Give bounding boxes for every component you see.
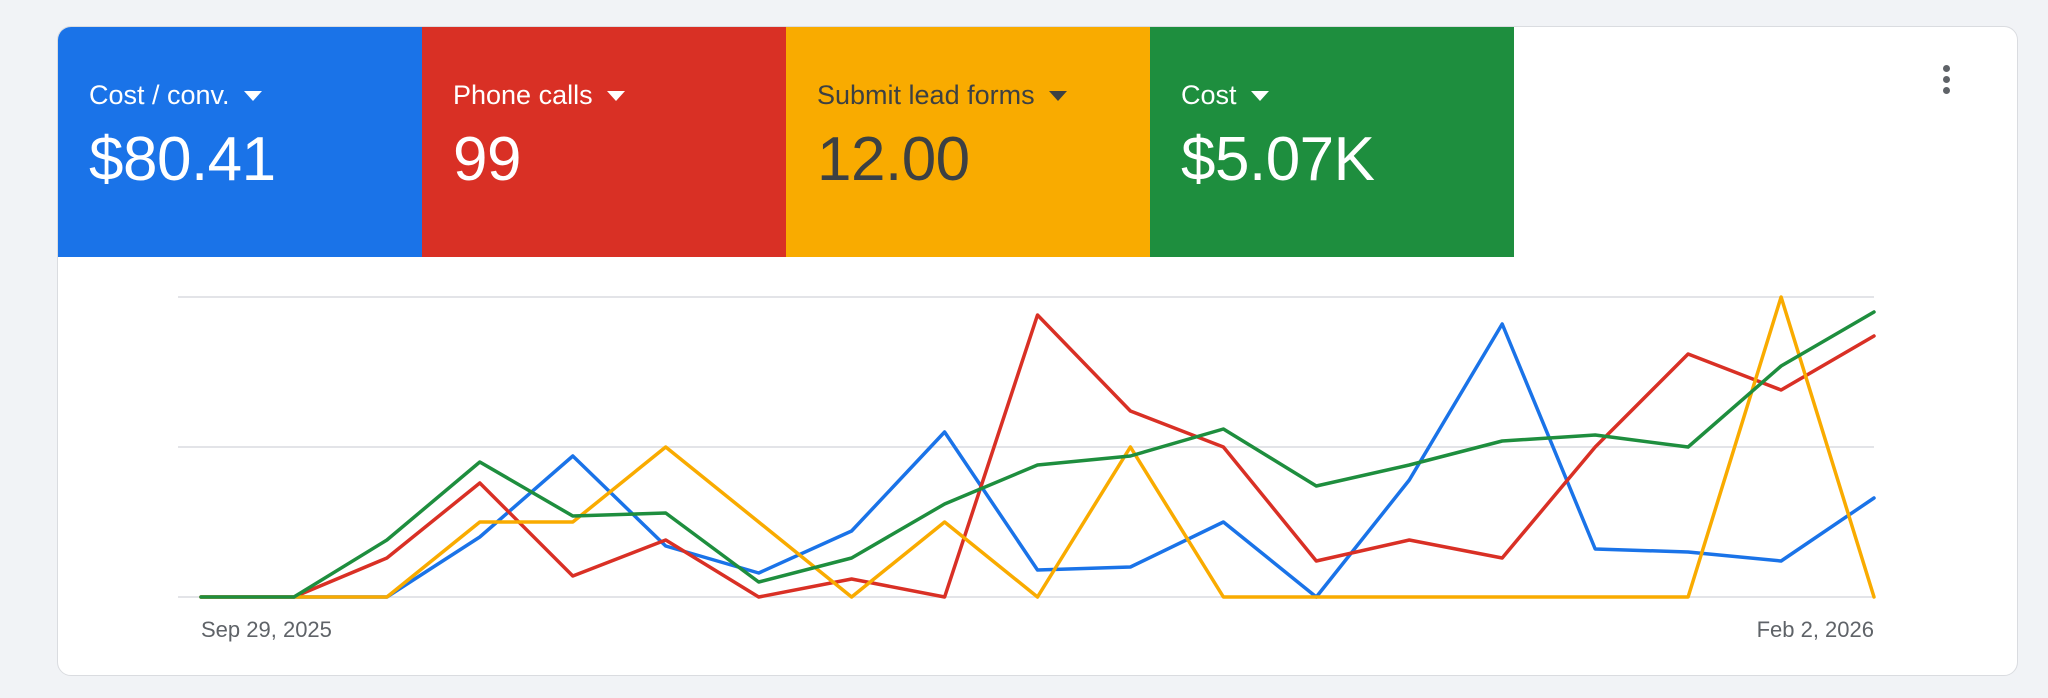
x-tick-label-start: Sep 29, 2025 <box>201 617 332 642</box>
line-chart: Sep 29, 2025 Feb 2, 2026 <box>178 295 1876 642</box>
performance-card: Cost / conv. $80.41 Phone calls 99 Submi… <box>57 26 2018 676</box>
x-tick-label-end: Feb 2, 2026 <box>1757 617 1874 642</box>
series-line-0 <box>199 322 1876 599</box>
